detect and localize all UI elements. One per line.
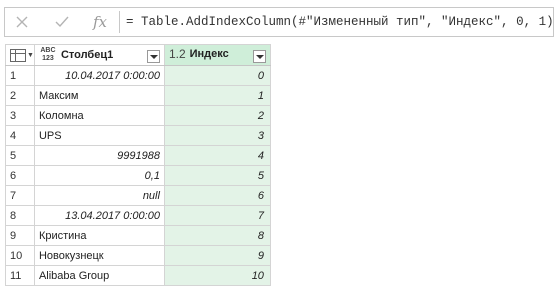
formula-text[interactable]: = Table.AddIndexColumn(#"Измененный тип"… [126,8,554,36]
column-header-stolbets1[interactable]: ABC 123 Столбец1 [33,44,165,66]
row-number: 10 [5,245,35,266]
row-number: 5 [5,145,35,166]
row-number: 2 [5,85,35,106]
row-number: 11 [5,265,35,286]
table-row[interactable]: 5 9991988 4 [5,145,271,166]
abc-123-type-icon[interactable]: ABC 123 [39,47,57,63]
cell-index[interactable]: 1 [163,85,271,106]
table-row[interactable]: 4 UPS 3 [5,125,271,146]
table-row[interactable]: 7 null 6 [5,185,271,206]
cell-stolbets1[interactable]: 0,1 [33,165,165,186]
column-header-label: Столбец1 [60,49,114,61]
table-row[interactable]: 3 Коломна 2 [5,105,271,126]
cell-stolbets1[interactable]: Максим [33,85,165,106]
cell-index[interactable]: 8 [163,225,271,246]
cell-index[interactable]: 5 [163,165,271,186]
table-corner-menu[interactable]: ▼ [5,44,35,66]
row-number: 9 [5,225,35,246]
caret-down-icon[interactable]: ▼ [27,52,33,59]
column-header-label: Индекс [189,48,229,60]
filter-dropdown-icon[interactable] [146,50,160,63]
cell-stolbets1[interactable]: Новокузнецк [33,245,165,266]
filter-dropdown-icon[interactable] [252,50,266,63]
cell-stolbets1[interactable]: 10.04.2017 0:00:00 [33,65,165,86]
table-row[interactable]: 6 0,1 5 [5,165,271,186]
bottom-fade [0,288,560,306]
header-row: ▼ ABC 123 Столбец1 1.2 Индекс [5,44,271,66]
table-row[interactable]: 9 Кристина 8 [5,225,271,246]
cell-stolbets1[interactable]: Коломна [33,105,165,126]
cell-stolbets1[interactable]: Кристина [33,225,165,246]
formula-bar: fx = Table.AddIndexColumn(#"Измененный т… [0,0,558,44]
row-number: 7 [5,185,35,206]
fx-icon[interactable]: fx [85,8,115,36]
cell-index[interactable]: 2 [163,105,271,126]
cell-stolbets1[interactable]: 13.04.2017 0:00:00 [33,205,165,226]
cell-stolbets1[interactable]: 9991988 [33,145,165,166]
confirm-check-icon[interactable] [47,8,77,36]
decimal-type-icon[interactable]: 1.2 [169,47,186,61]
cancel-icon[interactable] [7,8,37,36]
table-row[interactable]: 2 Максим 1 [5,85,271,106]
formula-separator [119,11,120,33]
table-row[interactable]: 10 Новокузнецк 9 [5,245,271,266]
column-header-index[interactable]: 1.2 Индекс [163,44,271,66]
cell-index[interactable]: 6 [163,185,271,206]
cell-index[interactable]: 7 [163,205,271,226]
row-number: 1 [5,65,35,86]
data-grid: ▼ ABC 123 Столбец1 1.2 Индекс 1 10.04.2017 … [5,44,271,286]
table-row[interactable]: 11 Alibaba Group 10 [5,265,271,286]
row-number: 3 [5,105,35,126]
table-row[interactable]: 8 13.04.2017 0:00:00 7 [5,205,271,226]
cell-index[interactable]: 9 [163,245,271,266]
cell-stolbets1[interactable]: Alibaba Group [33,265,165,286]
cell-index[interactable]: 10 [163,265,271,286]
row-number: 4 [5,125,35,146]
cell-index[interactable]: 3 [163,125,271,146]
row-number: 6 [5,165,35,186]
cell-stolbets1[interactable]: UPS [33,125,165,146]
table-icon[interactable] [10,48,26,62]
cell-index[interactable]: 4 [163,145,271,166]
table-row[interactable]: 1 10.04.2017 0:00:00 0 [5,65,271,86]
row-number: 8 [5,205,35,226]
formula-bar-box: fx = Table.AddIndexColumn(#"Измененный т… [4,7,554,37]
cell-index[interactable]: 0 [163,65,271,86]
cell-stolbets1[interactable]: null [33,185,165,206]
